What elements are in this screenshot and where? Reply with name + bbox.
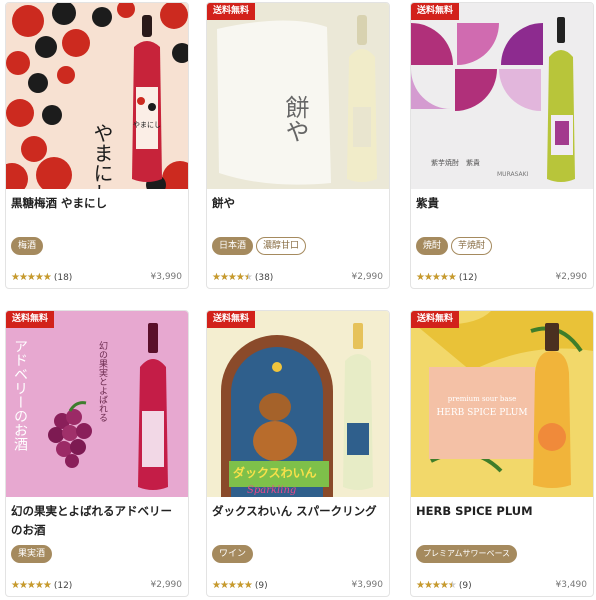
- category-tag[interactable]: 果実酒: [11, 545, 53, 563]
- product-name[interactable]: ダックスわいん スパークリング: [212, 502, 384, 521]
- star-rating: ★★★★★★★★★★: [212, 272, 253, 283]
- category-tag[interactable]: 濃醇甘口: [256, 237, 307, 255]
- art-label-text: アドベリーのお酒: [12, 339, 28, 451]
- tag-list: 日本酒 濃醇甘口: [212, 237, 307, 255]
- free-shipping-badge: 送料無料: [207, 3, 256, 20]
- category-tag[interactable]: 焼酎: [416, 237, 449, 255]
- product-grid: やまにし やまにし 黒糖梅酒 やまにし 梅酒 ★★★★★ ★★★★★ (18) ¥…: [0, 0, 596, 600]
- rating: ★★★★★ ★★★★★ (18): [11, 272, 72, 284]
- category-tag[interactable]: ワイン: [212, 545, 254, 563]
- art-label-text: 紫芋焼酎 紫貴: [431, 158, 480, 167]
- art-sublabel-text: 幻の果実とよばれる: [97, 340, 108, 422]
- tag-list: 果実酒: [11, 545, 53, 563]
- art-label-text: ダックスわいん: [233, 465, 317, 480]
- review-count: (9): [458, 581, 472, 591]
- rating: ★★★★★ ★★★★★ (12): [11, 580, 72, 592]
- product-card[interactable]: やまにし やまにし 黒糖梅酒 やまにし 梅酒 ★★★★★ ★★★★★ (18) ¥…: [5, 2, 189, 289]
- art-label-text: HERB SPICE PLUM: [436, 408, 527, 418]
- product-card[interactable]: 紫芋焼酎 紫貴 MURASAKI 送料無料 紫貴 焼酎 芋焼酎 ★★★★★ ★★★…: [410, 2, 594, 289]
- free-shipping-badge: 送料無料: [6, 311, 55, 328]
- product-image[interactable]: やまにし やまにし: [6, 3, 188, 189]
- product-image[interactable]: 紫芋焼酎 紫貴 MURASAKI 送料無料: [411, 3, 593, 189]
- product-card[interactable]: 餅や 送料無料 餅や 日本酒 濃醇甘口 ★★★★★★★★★★ (38) ¥2,9…: [206, 2, 390, 289]
- product-card[interactable]: ダックスわいん Sparkling 送料無料 ダックスわいん スパークリング ワ…: [206, 310, 390, 597]
- rating: ★★★★★ ★★★★★ (12): [416, 272, 477, 284]
- product-price: ¥3,990: [351, 580, 384, 590]
- category-tag[interactable]: 芋焼酎: [451, 237, 493, 255]
- review-count: (9): [254, 581, 268, 591]
- review-count: (12): [53, 581, 73, 591]
- star-rating: ★★★★★★★★★★: [212, 580, 253, 591]
- art-label-text: やまにし: [90, 123, 114, 189]
- rating: ★★★★★★★★★★ (9): [212, 580, 268, 592]
- product-name[interactable]: 餅や: [212, 194, 384, 213]
- star-rating: ★★★★★★★★★★: [416, 580, 457, 591]
- rating: ★★★★★★★★★★ (38): [212, 272, 273, 284]
- art-sublabel-text: Sparkling: [247, 485, 296, 496]
- review-count: (12): [458, 273, 478, 283]
- product-image[interactable]: premium sour base HERB SPICE PLUM 送料無料: [411, 311, 593, 497]
- tag-list: 梅酒: [11, 237, 44, 255]
- free-shipping-badge: 送料無料: [207, 311, 256, 328]
- tag-list: ワイン: [212, 545, 254, 563]
- bottle-label-text: やまにし: [133, 121, 161, 129]
- tag-list: プレミアムサワーベース: [416, 545, 518, 563]
- product-name[interactable]: 幻の果実とよばれるアドベリーのお酒: [11, 502, 183, 540]
- review-count: (38): [254, 273, 274, 283]
- tag-list: 焼酎 芋焼酎: [416, 237, 493, 255]
- product-price: ¥2,990: [351, 272, 384, 282]
- product-image[interactable]: 餅や 送料無料: [207, 3, 389, 189]
- product-price: ¥3,990: [150, 272, 183, 282]
- category-tag[interactable]: プレミアムサワーベース: [416, 545, 518, 563]
- product-card[interactable]: アドベリーのお酒 幻の果実とよばれる 送料無料 幻の果実とよばれるアドベリーのお…: [5, 310, 189, 597]
- product-card[interactable]: premium sour base HERB SPICE PLUM 送料無料 H…: [410, 310, 594, 597]
- review-count: (18): [53, 273, 73, 283]
- art-sublabel-text: MURASAKI: [497, 171, 529, 178]
- free-shipping-badge: 送料無料: [411, 3, 460, 20]
- product-name[interactable]: 黒糖梅酒 やまにし: [11, 194, 183, 213]
- art-sublabel-text: premium sour base: [448, 395, 517, 403]
- star-rating: ★★★★★★★★★★: [416, 272, 457, 283]
- free-shipping-badge: 送料無料: [411, 311, 460, 328]
- product-image[interactable]: ダックスわいん Sparkling 送料無料: [207, 311, 389, 497]
- product-name[interactable]: 紫貴: [416, 194, 588, 213]
- product-price: ¥3,490: [555, 580, 588, 590]
- rating: ★★★★★★★★★★ (9): [416, 580, 472, 592]
- product-price: ¥2,990: [150, 580, 183, 590]
- product-image[interactable]: アドベリーのお酒 幻の果実とよばれる 送料無料: [6, 311, 188, 497]
- product-name[interactable]: HERB SPICE PLUM: [416, 502, 588, 521]
- star-rating: ★★★★★★★★★★: [11, 272, 52, 283]
- star-rating: ★★★★★★★★★★: [11, 580, 52, 591]
- product-price: ¥2,990: [555, 272, 588, 282]
- category-tag[interactable]: 日本酒: [212, 237, 254, 255]
- category-tag[interactable]: 梅酒: [11, 237, 44, 255]
- art-label-text: 餅や: [281, 95, 309, 143]
